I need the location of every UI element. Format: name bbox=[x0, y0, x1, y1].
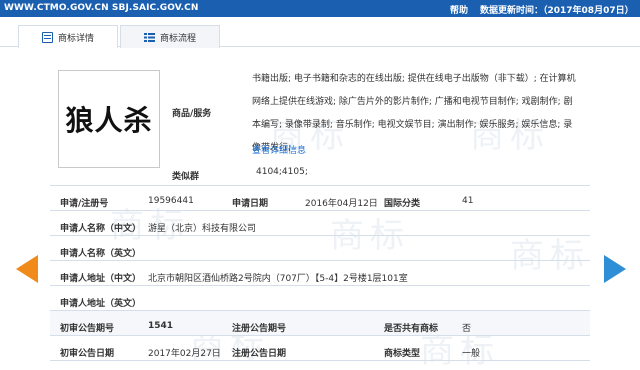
reg-pub-date-label: 注册公告日期 bbox=[232, 349, 287, 359]
shared-trademark-value: 否 bbox=[462, 324, 472, 334]
trademark-image: 狼人杀 bbox=[58, 70, 160, 168]
prelim-pub-no-value: 1541 bbox=[148, 321, 174, 331]
similar-group-value: 4104;4105; bbox=[256, 167, 308, 177]
divider bbox=[50, 210, 590, 211]
similar-group-label: 类似群 bbox=[172, 172, 200, 182]
divider bbox=[50, 285, 590, 286]
reg-no-label: 申请/注册号 bbox=[60, 199, 109, 209]
divider bbox=[50, 185, 590, 186]
apply-date-value: 2016年04月12日 bbox=[305, 199, 378, 209]
address-en-label: 申请人地址（英文） bbox=[60, 299, 142, 309]
tab-label: 商标流程 bbox=[159, 33, 196, 44]
list-icon bbox=[143, 32, 155, 43]
row-band bbox=[50, 311, 590, 335]
arrow-left-icon[interactable] bbox=[16, 255, 38, 283]
site-urls: WWW.CTMO.GOV.CN SBJ.SAIC.GOV.CN bbox=[4, 3, 199, 13]
top-bar: WWW.CTMO.GOV.CN SBJ.SAIC.GOV.CN 帮助 数据更新时… bbox=[0, 0, 640, 17]
shared-trademark-label: 是否共有商标 bbox=[384, 324, 439, 334]
address-cn-value: 北京市朝阳区酒仙桥路2号院内（707厂）【5-4】2号楼1层101室 bbox=[148, 274, 408, 284]
goods-services-label: 商品/服务 bbox=[172, 109, 212, 119]
tab-trademark-details[interactable]: 商标详情 bbox=[18, 25, 118, 49]
trademark-type-value: 一般 bbox=[462, 349, 481, 359]
tab-label: 商标详情 bbox=[57, 34, 94, 44]
data-update-time: 数据更新时间：（2017年08月07日） bbox=[480, 6, 634, 16]
prelim-pub-no-label: 初审公告期号 bbox=[60, 324, 115, 334]
divider bbox=[50, 260, 590, 261]
tab-bar: 商标详情 商标流程 bbox=[0, 17, 640, 49]
help-link[interactable]: 帮助 bbox=[450, 3, 468, 16]
reg-pub-no-label: 注册公告期号 bbox=[232, 324, 287, 334]
divider bbox=[50, 335, 590, 336]
tab-trademark-process[interactable]: 商标流程 bbox=[120, 25, 220, 48]
apply-date-label: 申请日期 bbox=[232, 199, 269, 209]
intl-class-value: 41 bbox=[462, 196, 474, 206]
prelim-pub-date-value: 2017年02月27日 bbox=[148, 349, 221, 359]
details-panel: 商标 商标 商标 商标 商标 商标 商标 狼人杀 商品/服务 书籍出版; 电子书… bbox=[0, 48, 640, 370]
prelim-pub-date-label: 初审公告日期 bbox=[60, 349, 115, 359]
trademark-type-label: 商标类型 bbox=[384, 349, 421, 359]
address-cn-label: 申请人地址（中文） bbox=[60, 274, 142, 284]
document-icon bbox=[41, 32, 53, 43]
applicant-cn-value: 游星（北京）科技有限公司 bbox=[148, 224, 257, 234]
reg-no-value: 19596441 bbox=[148, 196, 194, 206]
trademark-text: 狼人杀 bbox=[65, 104, 153, 137]
applicant-en-label: 申请人名称（英文） bbox=[60, 249, 142, 259]
divider bbox=[50, 360, 590, 361]
view-details-link[interactable]: 查看详细信息 bbox=[252, 143, 306, 156]
watermark: 商标 bbox=[330, 216, 410, 256]
arrow-right-icon[interactable] bbox=[604, 255, 626, 283]
intl-class-label: 国际分类 bbox=[384, 199, 421, 209]
applicant-cn-label: 申请人名称（中文） bbox=[60, 224, 142, 234]
divider bbox=[50, 235, 590, 236]
